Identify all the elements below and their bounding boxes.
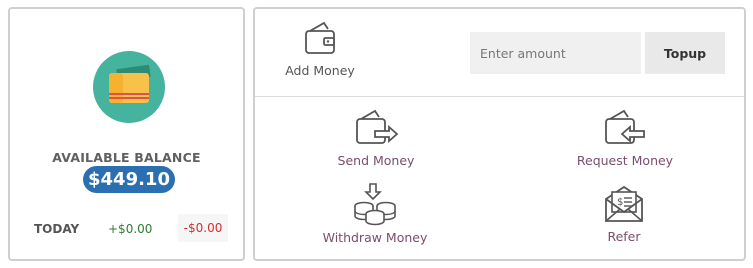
withdraw-coins-icon [354, 183, 396, 226]
send-money-button[interactable]: Send Money [328, 107, 424, 168]
today-credit: +$0.00 [108, 222, 153, 236]
request-money-icon [605, 109, 645, 144]
available-balance-label: AVAILABLE BALANCE [52, 150, 201, 165]
topup-button[interactable]: Topup [645, 32, 725, 74]
withdraw-money-label: Withdraw Money [322, 230, 428, 245]
today-label: TODAY [34, 222, 80, 236]
request-money-label: Request Money [576, 153, 674, 168]
add-money-button[interactable]: Add Money [275, 19, 365, 78]
send-money-label: Send Money [337, 153, 415, 168]
refer-label: Refer [607, 229, 641, 244]
svg-text:$: $ [617, 197, 623, 208]
refer-button[interactable]: $ Refer [585, 183, 663, 244]
send-money-icon [356, 109, 399, 144]
divider [255, 96, 744, 97]
balance-card: AVAILABLE BALANCE $449.10 TODAY +$0.00 -… [8, 7, 245, 261]
amount-input[interactable] [470, 32, 641, 74]
wallet-actions-card: Add Money Topup Send Money Request Money [253, 7, 746, 261]
refer-envelope-icon: $ [605, 185, 643, 222]
withdraw-money-button[interactable]: Withdraw Money [320, 182, 430, 245]
balance-amount: $449.10 [83, 166, 175, 193]
wallet-icon [93, 51, 165, 123]
request-money-button[interactable]: Request Money [570, 107, 680, 168]
add-money-label: Add Money [285, 63, 355, 78]
wallet-outline-icon [305, 21, 335, 54]
today-debit: -$0.00 [178, 214, 228, 242]
